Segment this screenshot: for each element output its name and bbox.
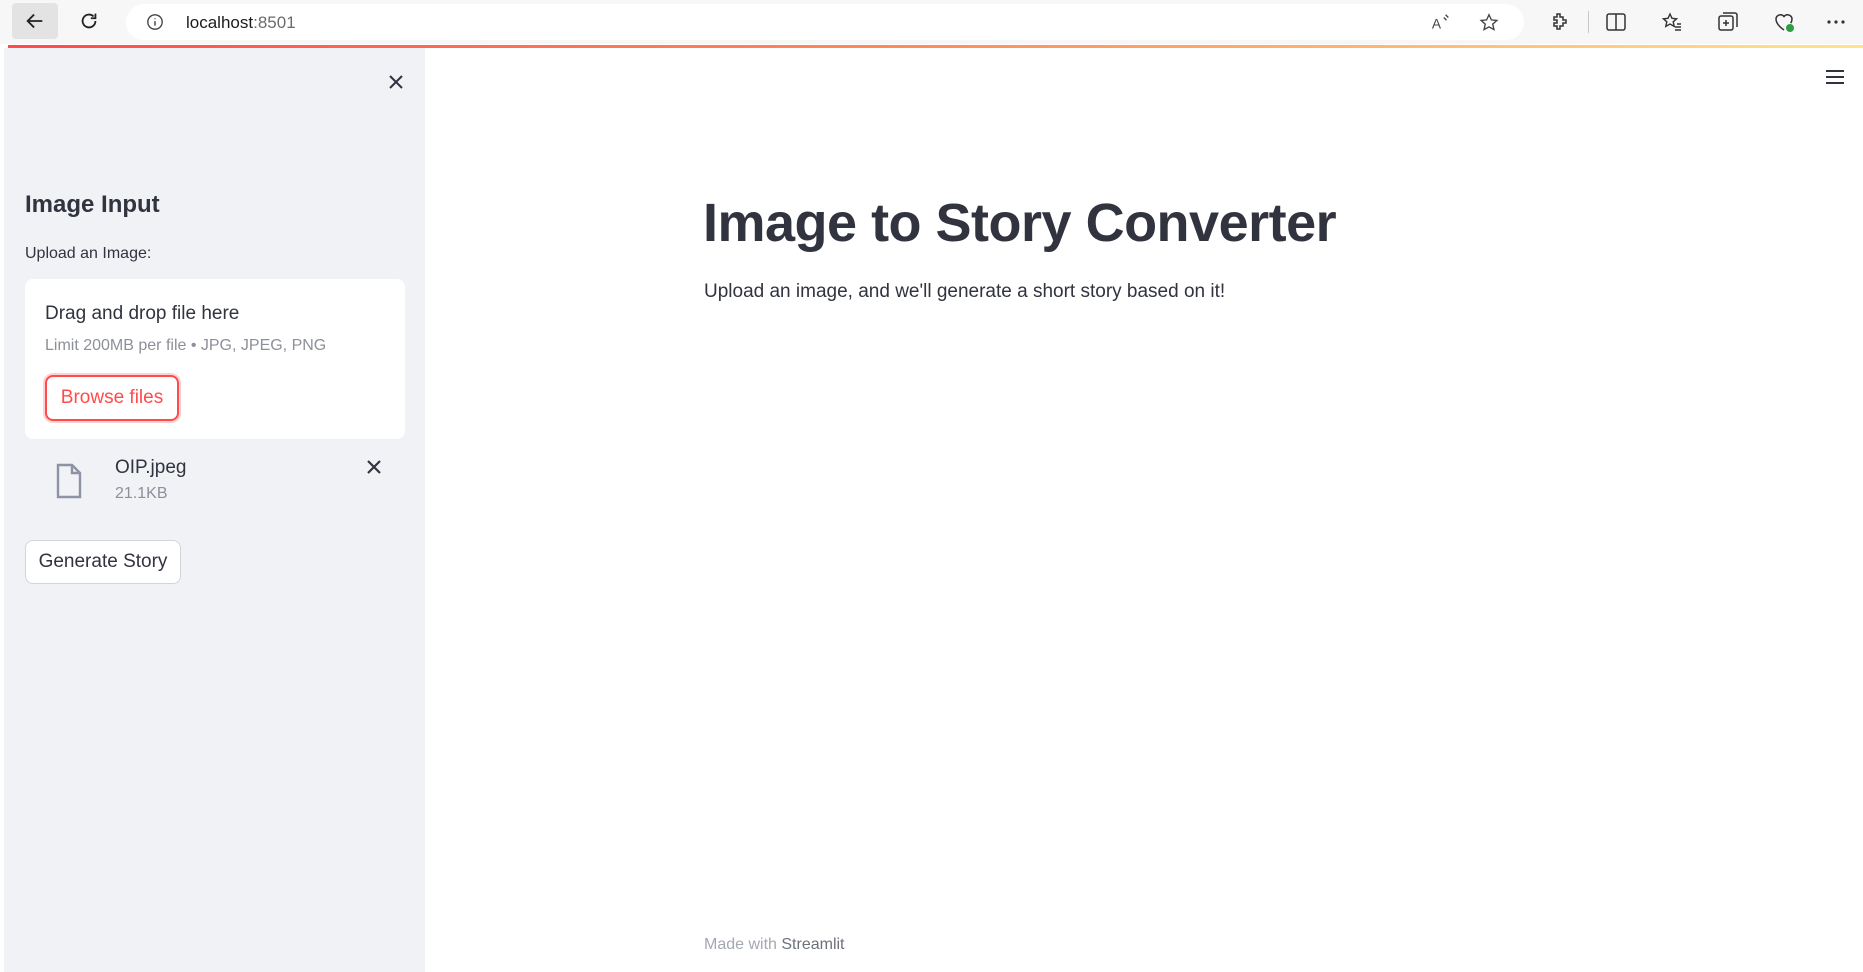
- dropzone-title: Drag and drop file here: [45, 303, 240, 324]
- footer-prefix: Made with: [704, 936, 782, 953]
- file-icon: [56, 463, 82, 499]
- extensions-icon[interactable]: [1548, 10, 1572, 34]
- uploaded-file-item: OIP.jpeg 21.1KB: [25, 453, 405, 517]
- streamlit-link[interactable]: Streamlit: [781, 936, 844, 953]
- arrow-left-icon: [26, 13, 43, 29]
- close-icon: [389, 75, 403, 89]
- close-icon: [367, 460, 381, 474]
- hamburger-menu-icon: [1826, 70, 1844, 84]
- sidebar: Image Input Upload an Image: Drag and dr…: [4, 48, 425, 972]
- svg-text:A: A: [1432, 17, 1442, 32]
- more-options-icon[interactable]: [1824, 10, 1848, 34]
- dropzone-limit-text: Limit 200MB per file • JPG, JPEG, PNG: [45, 337, 327, 354]
- generate-story-button[interactable]: Generate Story: [25, 540, 181, 584]
- page-title: Image to Story Converter: [703, 193, 1337, 253]
- info-icon[interactable]: [146, 13, 164, 31]
- toolbar-divider: [1588, 11, 1589, 33]
- back-button[interactable]: [12, 3, 58, 39]
- url-port: :8501: [253, 13, 296, 32]
- read-aloud-icon[interactable]: A: [1430, 12, 1452, 34]
- url-host: localhost: [186, 13, 254, 32]
- page-subtitle: Upload an image, and we'll generate a sh…: [704, 281, 1226, 302]
- file-name: OIP.jpeg: [115, 457, 187, 478]
- collections-icon[interactable]: [1716, 10, 1740, 34]
- remove-file-button[interactable]: [360, 453, 388, 481]
- favorites-icon[interactable]: [1660, 10, 1684, 34]
- split-screen-icon[interactable]: [1604, 10, 1628, 34]
- upload-label: Upload an Image:: [25, 245, 152, 262]
- file-dropzone[interactable]: Drag and drop file here Limit 200MB per …: [25, 279, 405, 439]
- reload-button[interactable]: [66, 3, 112, 39]
- file-size: 21.1KB: [115, 485, 168, 502]
- reload-icon: [81, 13, 97, 29]
- footer: Made with Streamlit: [704, 936, 845, 954]
- address-bar[interactable]: localhost:8501 A: [126, 4, 1524, 40]
- sidebar-close-button[interactable]: [382, 68, 410, 96]
- favorite-star-icon[interactable]: [1478, 12, 1500, 34]
- main-menu-button[interactable]: [1820, 64, 1850, 90]
- url-text[interactable]: localhost:8501: [186, 13, 296, 33]
- browser-essentials-icon[interactable]: [1772, 10, 1796, 34]
- sidebar-heading: Image Input: [25, 191, 160, 218]
- browser-toolbar: localhost:8501 A: [0, 0, 1863, 44]
- browse-files-button[interactable]: Browse files: [45, 375, 179, 421]
